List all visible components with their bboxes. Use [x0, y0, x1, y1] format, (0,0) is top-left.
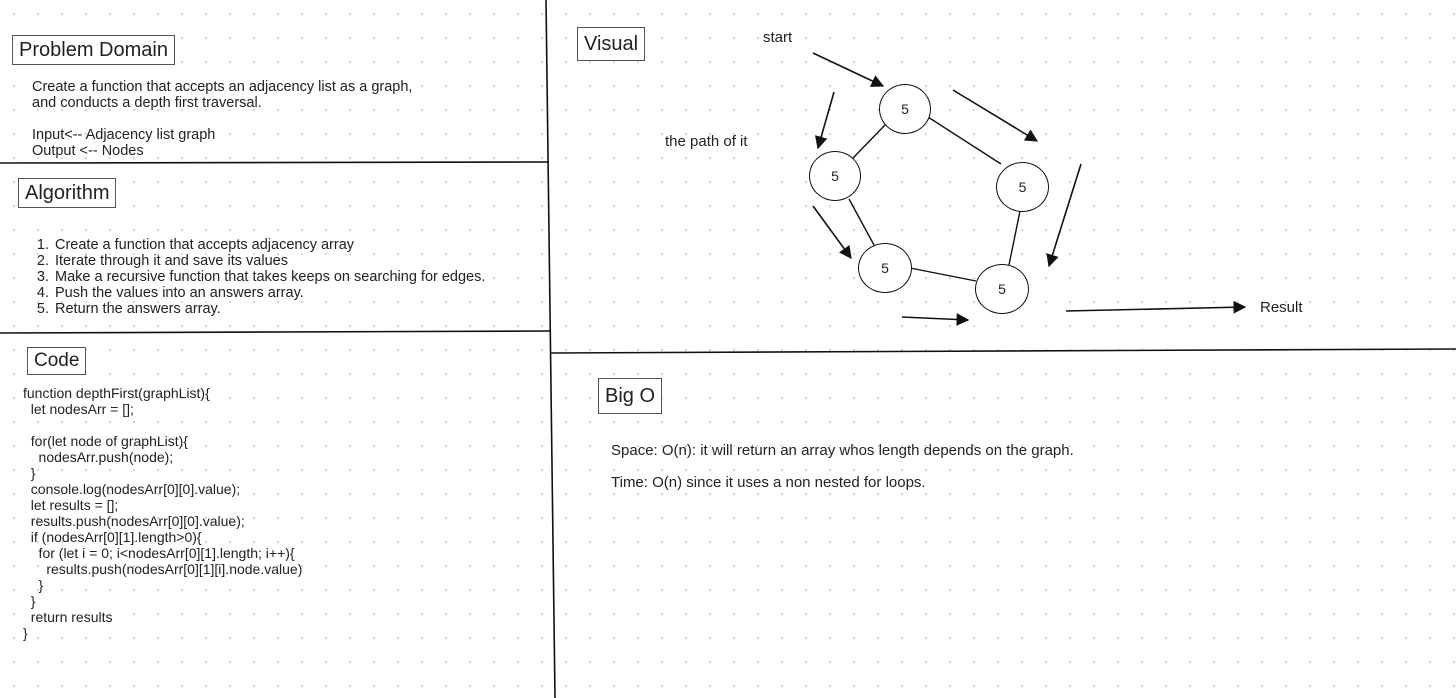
code-block: function depthFirst(graphList){ let node… — [23, 385, 303, 641]
arrow-path-bottom — [901, 313, 970, 326]
algorithm-steps: Create a function that accepts adjacency… — [33, 237, 485, 317]
output-text: Output <-- Nodes — [32, 143, 144, 159]
edge-top-right — [927, 116, 1002, 165]
edge-bottomleft-bottomright — [909, 267, 977, 282]
arrow-start — [812, 52, 885, 87]
big-o-title: Big O — [598, 378, 663, 414]
input-text: Input<-- Adjacency list graph — [32, 127, 216, 143]
algorithm-step: Make a recursive function that takes kee… — [53, 269, 485, 285]
graph-node-bottom-left: 5 — [858, 243, 912, 293]
description-line-2: and conducts a depth first traversal. — [32, 95, 262, 111]
graph-node-left: 5 — [809, 151, 861, 201]
description-line-1: Create a function that accepts an adjace… — [32, 79, 413, 95]
space-complexity: Space: O(n): it will return an array who… — [611, 442, 1074, 459]
visual-title: Visual — [577, 27, 646, 61]
algorithm-step: Return the answers array. — [53, 301, 485, 317]
divider-vertical-left — [545, 0, 556, 698]
problem-domain-description: Create a function that accepts an adjace… — [32, 79, 412, 159]
divider-algorithm-code — [0, 330, 552, 334]
graph-node-right: 5 — [996, 162, 1049, 212]
divider-problem-algorithm — [0, 161, 550, 164]
algorithm-step: Create a function that accepts adjacency… — [53, 237, 485, 253]
graph-node-bottom-right: 5 — [975, 264, 1029, 314]
code-title: Code — [27, 347, 87, 375]
arrow-result — [1065, 300, 1247, 314]
time-complexity: Time: O(n) since it uses a non nested fo… — [611, 474, 926, 491]
graph-node-top: 5 — [879, 84, 931, 134]
divider-visual-bigo — [550, 348, 1456, 354]
algorithm-step: Iterate through it and save its values — [53, 253, 485, 269]
path-label: the path of it — [665, 133, 748, 150]
problem-domain-title: Problem Domain — [12, 35, 175, 65]
start-label: start — [763, 29, 793, 46]
arrow-path-top-right — [952, 89, 1039, 142]
edge-top-left — [852, 123, 887, 159]
arrow-path-right-down — [1046, 163, 1082, 268]
arrow-path-down-left — [815, 91, 835, 150]
result-label: Result — [1260, 299, 1303, 316]
edge-right-bottomright — [1008, 210, 1021, 266]
algorithm-step: Push the values into an answers array. — [53, 285, 485, 301]
arrow-path-left-down — [812, 205, 852, 260]
algorithm-title: Algorithm — [18, 178, 117, 208]
edge-left-bottomleft — [848, 198, 875, 246]
